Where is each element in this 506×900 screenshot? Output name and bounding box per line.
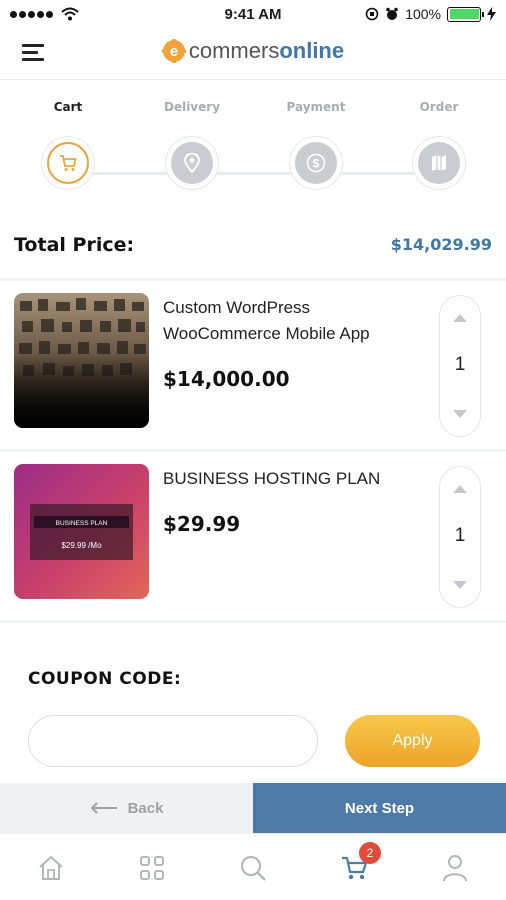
home-icon: [39, 856, 63, 880]
divider: [0, 620, 506, 623]
product-price: $29.99: [163, 512, 241, 536]
logo-text-suffix: online: [279, 38, 345, 63]
cart-icon: [60, 155, 77, 171]
back-button-label: Back: [127, 799, 164, 817]
product-price: $14,000.00: [163, 367, 290, 391]
step-label: Order: [419, 100, 459, 114]
bottom-tab-bar: 2: [0, 833, 506, 900]
step-order[interactable]: Order: [399, 100, 479, 190]
back-button[interactable]: Back: [0, 783, 253, 833]
battery-icon: [447, 6, 484, 22]
battery-percent: 100%: [405, 6, 441, 22]
quantity-stepper: 1: [439, 466, 481, 608]
step-label: Payment: [286, 100, 346, 114]
next-step-button[interactable]: Next Step: [253, 783, 506, 833]
step-payment[interactable]: Payment $: [276, 100, 356, 190]
quantity-decrease-icon[interactable]: [453, 410, 467, 418]
thumb-plan-price: $29.99 /Mo: [61, 541, 102, 550]
search-icon: [240, 855, 266, 881]
grid-icon: [140, 856, 164, 880]
product-image: BUSINESS PLAN $29.99 /Mo: [14, 464, 149, 599]
app-header: e commers online: [0, 30, 506, 80]
tab-search[interactable]: [237, 852, 269, 884]
cart-item: BUSINESS PLAN $29.99 /Mo BUSINESS HOSTIN…: [0, 452, 506, 620]
thumb-plan-title: BUSINESS PLAN: [56, 520, 108, 527]
quantity-decrease-icon[interactable]: [453, 581, 467, 589]
product-title[interactable]: BUSINESS HOSTING PLAN: [163, 466, 423, 492]
tab-home[interactable]: [35, 852, 67, 884]
steps-connector: [90, 172, 430, 175]
dollar-icon: $: [306, 153, 326, 173]
quantity-value: 1: [454, 525, 466, 546]
step-label: Cart: [53, 100, 83, 114]
total-price-row: Total Price: $14,029.99: [14, 232, 492, 264]
arrow-left-icon: [90, 802, 117, 814]
logo-text-prefix: commers: [188, 38, 280, 63]
tab-account[interactable]: [439, 852, 471, 884]
step-cart[interactable]: Cart: [28, 100, 108, 190]
logo-gear-icon: e: [161, 39, 186, 63]
app-logo: e commers online: [0, 38, 506, 64]
coupon-code-input[interactable]: [28, 715, 318, 767]
product-title[interactable]: Custom WordPress WooCommerce Mobile App: [163, 295, 423, 347]
total-price-label: Total Price:: [14, 234, 135, 256]
cart-item: Custom WordPress WooCommerce Mobile App …: [0, 281, 506, 449]
quantity-increase-icon[interactable]: [453, 485, 467, 493]
svg-text:e: e: [170, 43, 178, 60]
step-delivery[interactable]: Delivery: [152, 100, 232, 190]
location-pin-icon: [184, 153, 200, 173]
cart-count-badge: 2: [359, 842, 381, 864]
tab-cart[interactable]: 2: [339, 842, 381, 884]
checkout-steps: Cart Delivery Payment $ Order: [0, 100, 506, 200]
alarm-icon: [386, 7, 398, 20]
status-bar: 9:41 AM 100%: [0, 0, 506, 30]
quantity-increase-icon[interactable]: [453, 314, 467, 322]
rotation-lock-icon: [365, 7, 379, 21]
user-icon: [443, 855, 467, 882]
quantity-value: 1: [454, 354, 466, 375]
product-image: [14, 293, 149, 428]
tab-categories[interactable]: [136, 852, 168, 884]
svg-text:$: $: [313, 157, 320, 171]
coupon-code-label: COUPON CODE:: [28, 669, 182, 689]
quantity-stepper: 1: [439, 295, 481, 437]
apply-coupon-button[interactable]: Apply: [345, 715, 480, 767]
step-label: Delivery: [163, 100, 221, 114]
map-icon: [432, 155, 446, 171]
charging-icon: [487, 7, 496, 21]
total-price-value: $14,029.99: [390, 235, 492, 254]
